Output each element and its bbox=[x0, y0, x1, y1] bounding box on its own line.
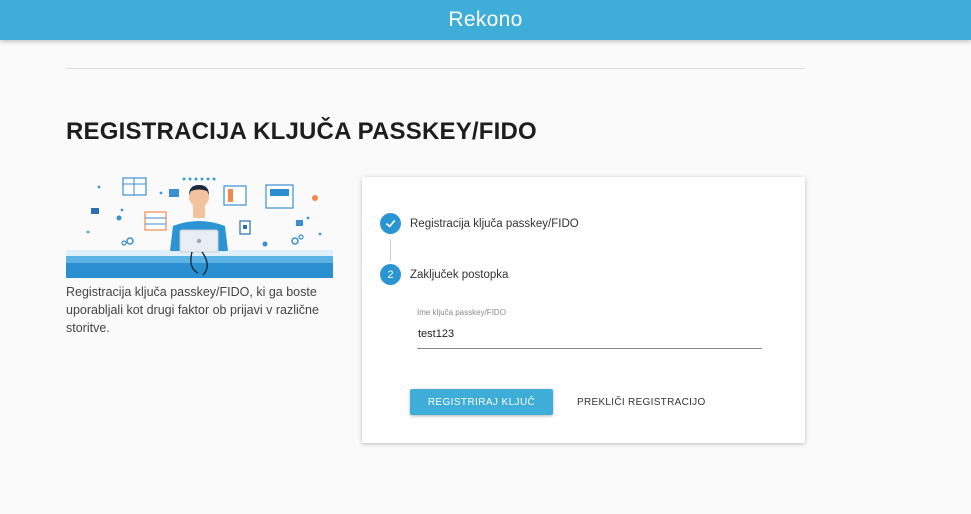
step-1-label: Registracija ključa passkey/FIDO bbox=[410, 217, 579, 230]
page-title: REGISTRACIJA KLJUČA PASSKEY/FIDO bbox=[66, 118, 537, 145]
key-name-input[interactable] bbox=[417, 326, 762, 349]
developer-illustration bbox=[66, 177, 333, 278]
register-key-button[interactable]: REGISTRIRAJ KLJUČ bbox=[410, 389, 553, 415]
key-name-field: Ime ključa passkey/FIDO bbox=[417, 308, 762, 349]
header-divider bbox=[66, 68, 805, 69]
checkmark-icon bbox=[380, 213, 401, 234]
cancel-registration-button[interactable]: PREKLIČI REGISTRACIJO bbox=[570, 389, 713, 415]
stepper-step-finish: 2 Zaključek postopka bbox=[380, 264, 508, 285]
key-name-label: Ime ključa passkey/FIDO bbox=[417, 308, 506, 317]
brand-title: Rekono bbox=[448, 8, 523, 31]
top-app-bar: Rekono bbox=[0, 0, 971, 40]
step-2-number: 2 bbox=[380, 264, 401, 285]
stepper-connector bbox=[390, 239, 391, 261]
intro-text: Registracija ključa passkey/FIDO, ki ga … bbox=[66, 285, 319, 335]
registration-card: Registracija ključa passkey/FIDO 2 Zaklj… bbox=[362, 177, 805, 443]
step-2-label: Zaključek postopka bbox=[410, 268, 509, 281]
stepper-step-register: Registracija ključa passkey/FIDO bbox=[380, 213, 579, 234]
